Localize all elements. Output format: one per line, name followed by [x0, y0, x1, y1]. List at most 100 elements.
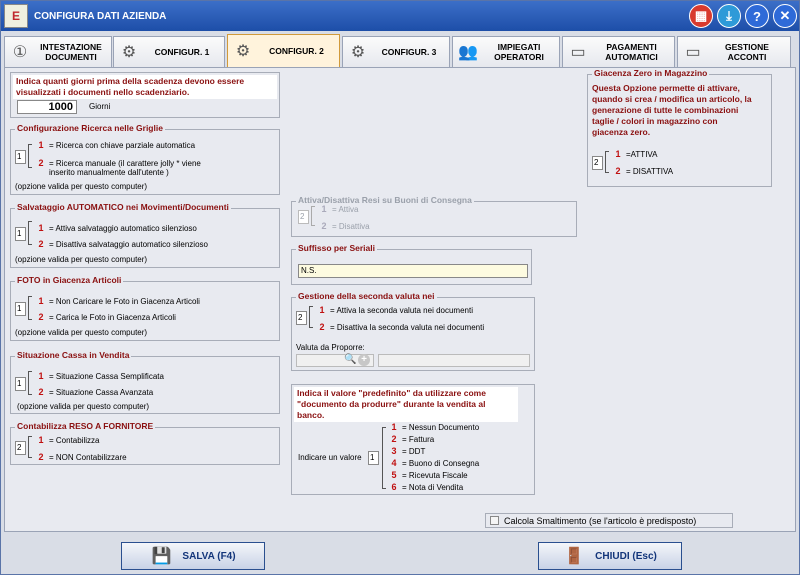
predefinito-group: Indica il valore "predefinito" da utiliz… — [291, 384, 535, 495]
predefinito-label: Indicare un valore — [298, 453, 362, 462]
salvataggio-select[interactable]: 1 — [15, 227, 26, 241]
tab-configur-1[interactable]: ⚙ CONFIGUR. 1 — [113, 36, 225, 67]
download-icon[interactable]: ⤓ — [717, 4, 741, 28]
predefinito-header: Indica il valore "predefinito" da utiliz… — [294, 387, 518, 422]
foto-title: FOTO in Giacenza Articoli — [15, 275, 124, 285]
predefinito-select[interactable]: 1 — [368, 451, 379, 465]
ricerca-option-2-cont: inserito manualmente dall'utente ) — [49, 168, 169, 177]
foto-select[interactable]: 1 — [15, 302, 26, 316]
tab-label: AUTOMATICI — [605, 52, 658, 62]
ricerca-select[interactable]: 1 — [15, 150, 26, 164]
tab-label: CONFIGUR. 1 — [154, 47, 210, 57]
scadenza-group: Indica quanti giorni prima della scadenz… — [10, 72, 280, 118]
window-title: CONFIGURA DATI AZIENDA — [34, 10, 167, 22]
giacenza-group: Giacenza Zero in Magazzino Questa Opzion… — [587, 68, 772, 187]
close-label: CHIUDI (Esc) — [595, 550, 657, 562]
tab-gestione-acconti[interactable]: ▭ GESTIONE ACCONTI — [677, 36, 791, 67]
tab-configur-3[interactable]: ⚙ CONFIGUR. 3 — [342, 36, 450, 67]
ricerca-option-1: 1 = Ricerca con chiave parziale automatic… — [38, 140, 196, 150]
exit-door-icon: 🚪 — [564, 548, 585, 565]
calculator-icon[interactable]: ▦ — [689, 4, 713, 28]
seriali-title: Suffisso per Seriali — [296, 243, 377, 253]
tab-pagamenti-automatici[interactable]: ▭ PAGAMENTI AUTOMATICI — [562, 36, 675, 67]
foto-option-2: 2 = Carica le Foto in Giacenza Articoli — [38, 312, 176, 322]
number-one-icon: ① — [12, 44, 28, 61]
predefinito-option: 6 = Nota di Vendita — [391, 482, 464, 492]
save-button[interactable]: 💾 SALVA (F4) — [121, 542, 265, 570]
cassa-title: Situazione Cassa in Vendita — [15, 350, 132, 360]
reso-option-1: 1 = Contabilizza — [38, 435, 100, 445]
bracket — [605, 151, 609, 173]
tab-label: INTESTAZIONE — [40, 42, 102, 52]
tab-impiegati-operatori[interactable]: 👥 IMPIEGATI OPERATORI — [452, 36, 560, 67]
giacenza-option-2: 2 = DISATTIVA — [615, 166, 674, 176]
seriali-input[interactable]: N.S. — [298, 264, 528, 278]
resi-option-2: 2 = Disattiva — [321, 221, 370, 231]
main-window: E CONFIGURA DATI AZIENDA ▦ ⤓ ? ✕ ① INTEST… — [0, 0, 800, 575]
close-button[interactable]: 🚪 CHIUDI (Esc) — [538, 542, 682, 570]
foto-option-1: 1 = Non Caricare le Foto in Giacenza Arti… — [38, 296, 200, 306]
ricerca-group: Configurazione Ricerca nelle Griglie 1 1… — [10, 123, 280, 195]
tab-label: GESTIONE — [725, 42, 769, 52]
foto-group: FOTO in Giacenza Articoli 1 1 = Non Caric… — [10, 275, 280, 341]
gear-icon: ⚙ — [121, 44, 137, 61]
giorni-input[interactable]: 1000 — [17, 100, 77, 114]
giorni-label: Giorni — [89, 102, 111, 111]
cassa-note: (opzione valida per questo computer) — [17, 402, 150, 411]
tab-label: ACCONTI — [727, 52, 767, 62]
tab-label: PAGAMENTI — [606, 42, 657, 52]
resi-group: Attiva/Disattiva Resi su Buoni di Conseg… — [291, 195, 577, 237]
valuta-label: Valuta da Proporre: — [296, 343, 365, 352]
users-icon: 👥 — [458, 44, 478, 61]
app-logo: E — [4, 4, 28, 28]
tab-label: DOCUMENTI — [45, 52, 97, 62]
giacenza-select[interactable]: 2 — [592, 156, 603, 170]
giacenza-description: Questa Opzione permette di attivare, quan… — [592, 83, 752, 137]
valuta-option-1: 1 = Attiva la seconda valuta nei document… — [319, 305, 473, 315]
predefinito-option: 2 = Fattura — [391, 434, 435, 444]
bracket — [309, 306, 313, 328]
scadenza-header: Indica quanti giorni prima della scadenz… — [13, 75, 277, 99]
smaltimento-checkbox[interactable] — [490, 516, 499, 525]
cassa-option-2: 2 = Situazione Cassa Avanzata — [38, 387, 154, 397]
card-icon: ▭ — [570, 44, 586, 61]
bracket — [311, 206, 315, 226]
bracket — [28, 221, 32, 245]
title-bar: E CONFIGURA DATI AZIENDA ▦ ⤓ ? ✕ — [1, 1, 799, 31]
cassa-select[interactable]: 1 — [15, 377, 26, 391]
giacenza-title: Giacenza Zero in Magazzino — [592, 68, 710, 78]
resi-select: 2 — [298, 210, 309, 224]
reso-select[interactable]: 2 — [15, 441, 26, 455]
ricerca-title: Configurazione Ricerca nelle Griglie — [15, 123, 165, 133]
tab-bar: ① INTESTAZIONE DOCUMENTI ⚙ CONFIGUR. 1 ⚙ CON… — [4, 34, 798, 67]
add-icon[interactable]: + — [358, 354, 370, 366]
cassa-option-1: 1 = Situazione Cassa Semplificata — [38, 371, 164, 381]
close-icon[interactable]: ✕ — [773, 4, 797, 28]
predefinito-option: 1 = Nessun Documento — [391, 422, 480, 432]
config-panel: Indica quanti giorni prima della scadenz… — [4, 67, 796, 532]
save-label: SALVA (F4) — [182, 550, 236, 562]
valuta-select[interactable]: 2 — [296, 311, 307, 325]
giacenza-option-1: 1 =ATTIVA — [615, 149, 658, 159]
tab-configur-2[interactable]: ⚙ CONFIGUR. 2 — [227, 34, 340, 67]
valuta-title: Gestione della seconda valuta nei — [296, 291, 437, 301]
help-icon[interactable]: ? — [745, 4, 769, 28]
predefinito-option: 3 = DDT — [391, 446, 426, 456]
foto-note: (opzione valida per questo computer) — [15, 328, 148, 337]
valuta-description-input — [378, 354, 530, 367]
reso-group: Contabilizza RESO A FORNITORE 2 1 = Conta… — [10, 421, 280, 465]
predefinito-option: 4 = Buono di Consegna — [391, 458, 480, 468]
valuta-group: Gestione della seconda valuta nei 2 1 = A… — [291, 291, 535, 371]
bracket — [28, 436, 32, 458]
gear-icon: ⚙ — [235, 43, 251, 60]
reso-option-2: 2 = NON Contabilizzare — [38, 452, 127, 462]
bracket — [28, 371, 32, 395]
smaltimento-label: Calcola Smaltimento (se l'articolo è pre… — [504, 516, 697, 526]
tab-intestazione-documenti[interactable]: ① INTESTAZIONE DOCUMENTI — [4, 36, 112, 67]
search-icon[interactable]: 🔍 — [344, 354, 356, 365]
cassa-group: Situazione Cassa in Vendita 1 1 = Situazi… — [10, 350, 280, 414]
gear-icon: ⚙ — [350, 44, 366, 61]
salvataggio-title: Salvataggio AUTOMATICO nei Movimenti/Doc… — [15, 202, 231, 212]
salvataggio-option-1: 1 = Attiva salvataggio automatico silenzi… — [38, 223, 197, 233]
resi-option-1: 1 = Attiva — [321, 204, 359, 214]
